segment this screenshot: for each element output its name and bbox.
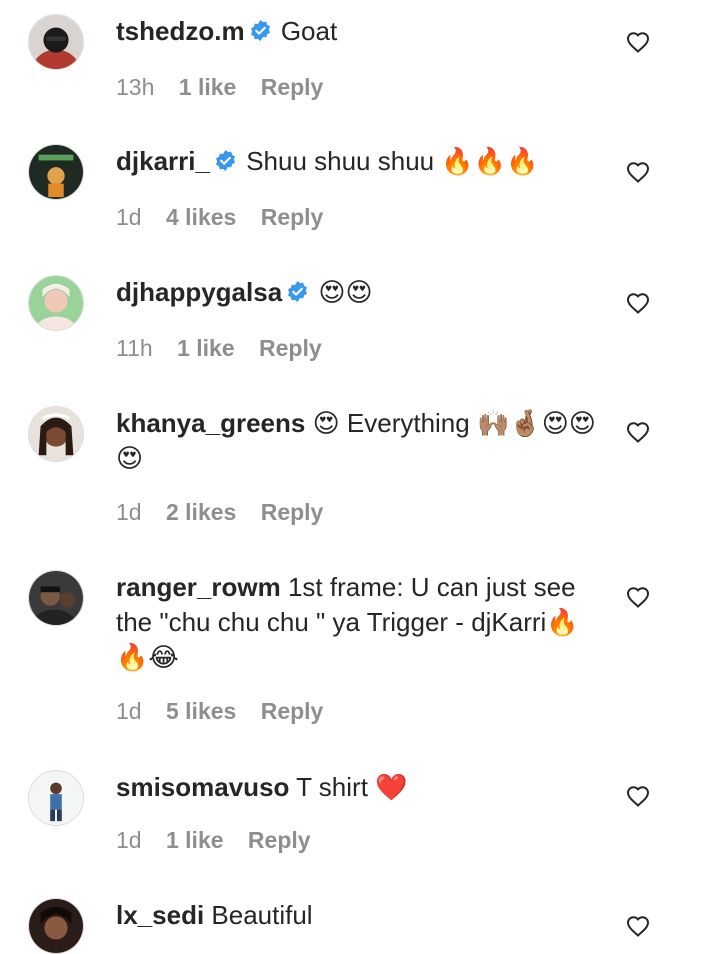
comments-list: tshedzo.m Goat 13h 1 like Reply djkarri_… — [0, 0, 720, 954]
comment-meta: 1d 1 like Reply — [116, 827, 329, 854]
comment-body: djkarri_ Shuu shuu shuu 🔥🔥🔥 — [116, 144, 596, 179]
like-heart-icon[interactable] — [626, 161, 650, 183]
like-heart-icon[interactable] — [626, 785, 650, 807]
reply-button[interactable]: Reply — [259, 335, 322, 361]
comment-username[interactable]: smisomavuso — [116, 772, 289, 802]
verified-badge-icon — [249, 19, 272, 42]
comment-likes[interactable]: 1 like — [177, 335, 235, 361]
comment-meta: 11h 1 like Reply — [116, 335, 340, 362]
comment-meta: 1d 5 likes Reply — [116, 698, 341, 725]
avatar-tshedzo-icon — [29, 15, 83, 69]
like-heart-icon[interactable] — [626, 586, 650, 608]
comment-likes[interactable]: 1 like — [179, 74, 237, 100]
comment-time: 1d — [116, 698, 142, 724]
comment-body: khanya_greens 😍 Everything 🙌🏽🤞🏽😍😍😍 — [116, 406, 596, 476]
comment-text: Shuu shuu shuu 🔥🔥🔥 — [246, 146, 539, 176]
verified-badge-icon — [286, 280, 309, 303]
comment-text: T shirt ❤️ — [296, 772, 408, 802]
comment-username[interactable]: khanya_greens — [116, 408, 305, 438]
comment-likes[interactable]: 5 likes — [166, 698, 236, 724]
comment-body: djhappygalsa 😍😍 — [116, 275, 596, 310]
avatar[interactable] — [28, 144, 84, 200]
comment-meta: 1d 4 likes Reply — [116, 204, 341, 231]
comment-body: lx_sedi Beautiful — [116, 898, 596, 933]
avatar-lxsedi-icon — [29, 899, 83, 953]
comment-time: 1d — [116, 827, 142, 853]
avatar-smiso-icon — [29, 771, 83, 825]
comment-body: ranger_rowm 1st frame: U can just see th… — [116, 570, 596, 675]
avatar-khanya-icon — [29, 407, 83, 461]
avatar[interactable] — [28, 770, 84, 826]
comment-username[interactable]: djkarri_ — [116, 146, 210, 176]
reply-button[interactable]: Reply — [261, 499, 324, 525]
comment-text: Beautiful — [211, 900, 313, 930]
like-heart-icon[interactable] — [626, 915, 650, 937]
avatar-djhappygalsa-icon — [29, 276, 83, 330]
avatar[interactable] — [28, 570, 84, 626]
avatar-djkarri-icon — [29, 145, 83, 199]
comment-username[interactable]: tshedzo.m — [116, 16, 245, 46]
like-heart-icon[interactable] — [626, 421, 650, 443]
comment-username[interactable]: lx_sedi — [116, 900, 204, 930]
comment-body: smisomavuso T shirt ❤️ — [116, 770, 596, 805]
comment-likes[interactable]: 4 likes — [166, 204, 236, 230]
verified-badge-icon — [214, 149, 237, 172]
like-heart-icon[interactable] — [626, 31, 650, 53]
avatar[interactable] — [28, 406, 84, 462]
comment-meta: 13h 1 like Reply — [116, 74, 341, 101]
comment-text: Goat — [280, 16, 338, 46]
avatar-ranger-icon — [29, 571, 83, 625]
avatar[interactable] — [28, 275, 84, 331]
comment-likes[interactable]: 2 likes — [166, 499, 236, 525]
comment-meta: 1d 2 likes Reply — [116, 499, 341, 526]
comment-time: 13h — [116, 74, 155, 100]
comment-likes[interactable]: 1 like — [166, 827, 224, 853]
like-heart-icon[interactable] — [626, 292, 650, 314]
avatar[interactable] — [28, 898, 84, 954]
reply-button[interactable]: Reply — [248, 827, 311, 853]
reply-button[interactable]: Reply — [261, 204, 324, 230]
comment-username[interactable]: ranger_rowm — [116, 572, 281, 602]
comment-time: 11h — [116, 335, 153, 361]
comment-time: 1d — [116, 204, 142, 230]
comment-username[interactable]: djhappygalsa — [116, 277, 282, 307]
comment-time: 1d — [116, 499, 142, 525]
avatar[interactable] — [28, 14, 84, 70]
reply-button[interactable]: Reply — [261, 74, 324, 100]
reply-button[interactable]: Reply — [261, 698, 324, 724]
comment-body: tshedzo.m Goat — [116, 14, 596, 49]
comment-text: 😍😍 — [318, 277, 373, 307]
